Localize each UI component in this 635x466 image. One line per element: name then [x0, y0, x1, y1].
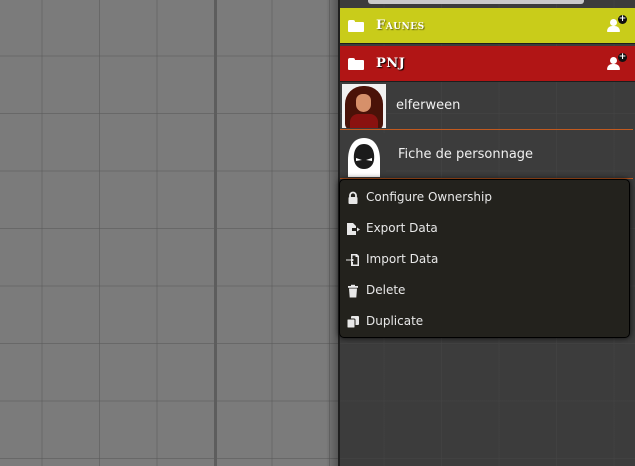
actor-entry-elferween[interactable]: elferween [340, 82, 633, 130]
folder-label: Faunes [376, 18, 425, 33]
hooded-figure-icon [342, 132, 386, 177]
menu-label: Export Data [366, 221, 438, 235]
lock-icon [346, 190, 360, 204]
actor-portrait [342, 83, 386, 128]
menu-label: Delete [366, 283, 406, 297]
create-actor-icon[interactable]: + [607, 53, 627, 71]
copy-icon [346, 314, 360, 329]
sidebar-scroll-header [368, 0, 584, 4]
folder-faunes[interactable]: Faunes + [340, 8, 635, 44]
actor-entry-fiche[interactable]: Fiche de personnage [340, 131, 633, 179]
menu-item-import-data[interactable]: Import Data [340, 244, 629, 274]
menu-item-export-data[interactable]: Export Data [340, 213, 629, 243]
folder-icon [348, 57, 364, 70]
menu-label: Configure Ownership [366, 190, 492, 204]
canvas-wall-line [214, 0, 217, 466]
menu-label: Duplicate [366, 314, 424, 328]
scene-canvas[interactable] [0, 0, 340, 466]
create-actor-icon[interactable]: + [607, 15, 627, 33]
file-import-icon [346, 252, 360, 266]
folder-label: PNJ [376, 56, 406, 71]
menu-item-duplicate[interactable]: Duplicate [340, 306, 629, 336]
file-export-icon [346, 221, 360, 235]
menu-item-delete[interactable]: Delete [340, 275, 629, 305]
trash-icon [346, 283, 360, 298]
folder-pnj[interactable]: PNJ + [340, 46, 635, 82]
context-menu: Configure Ownership Export Data Import D… [339, 179, 630, 338]
menu-label: Import Data [366, 252, 439, 266]
folder-icon [348, 19, 364, 32]
actor-name: Fiche de personnage [398, 147, 534, 162]
actor-name: elferween [396, 98, 461, 113]
menu-item-configure-ownership[interactable]: Configure Ownership [340, 182, 629, 212]
